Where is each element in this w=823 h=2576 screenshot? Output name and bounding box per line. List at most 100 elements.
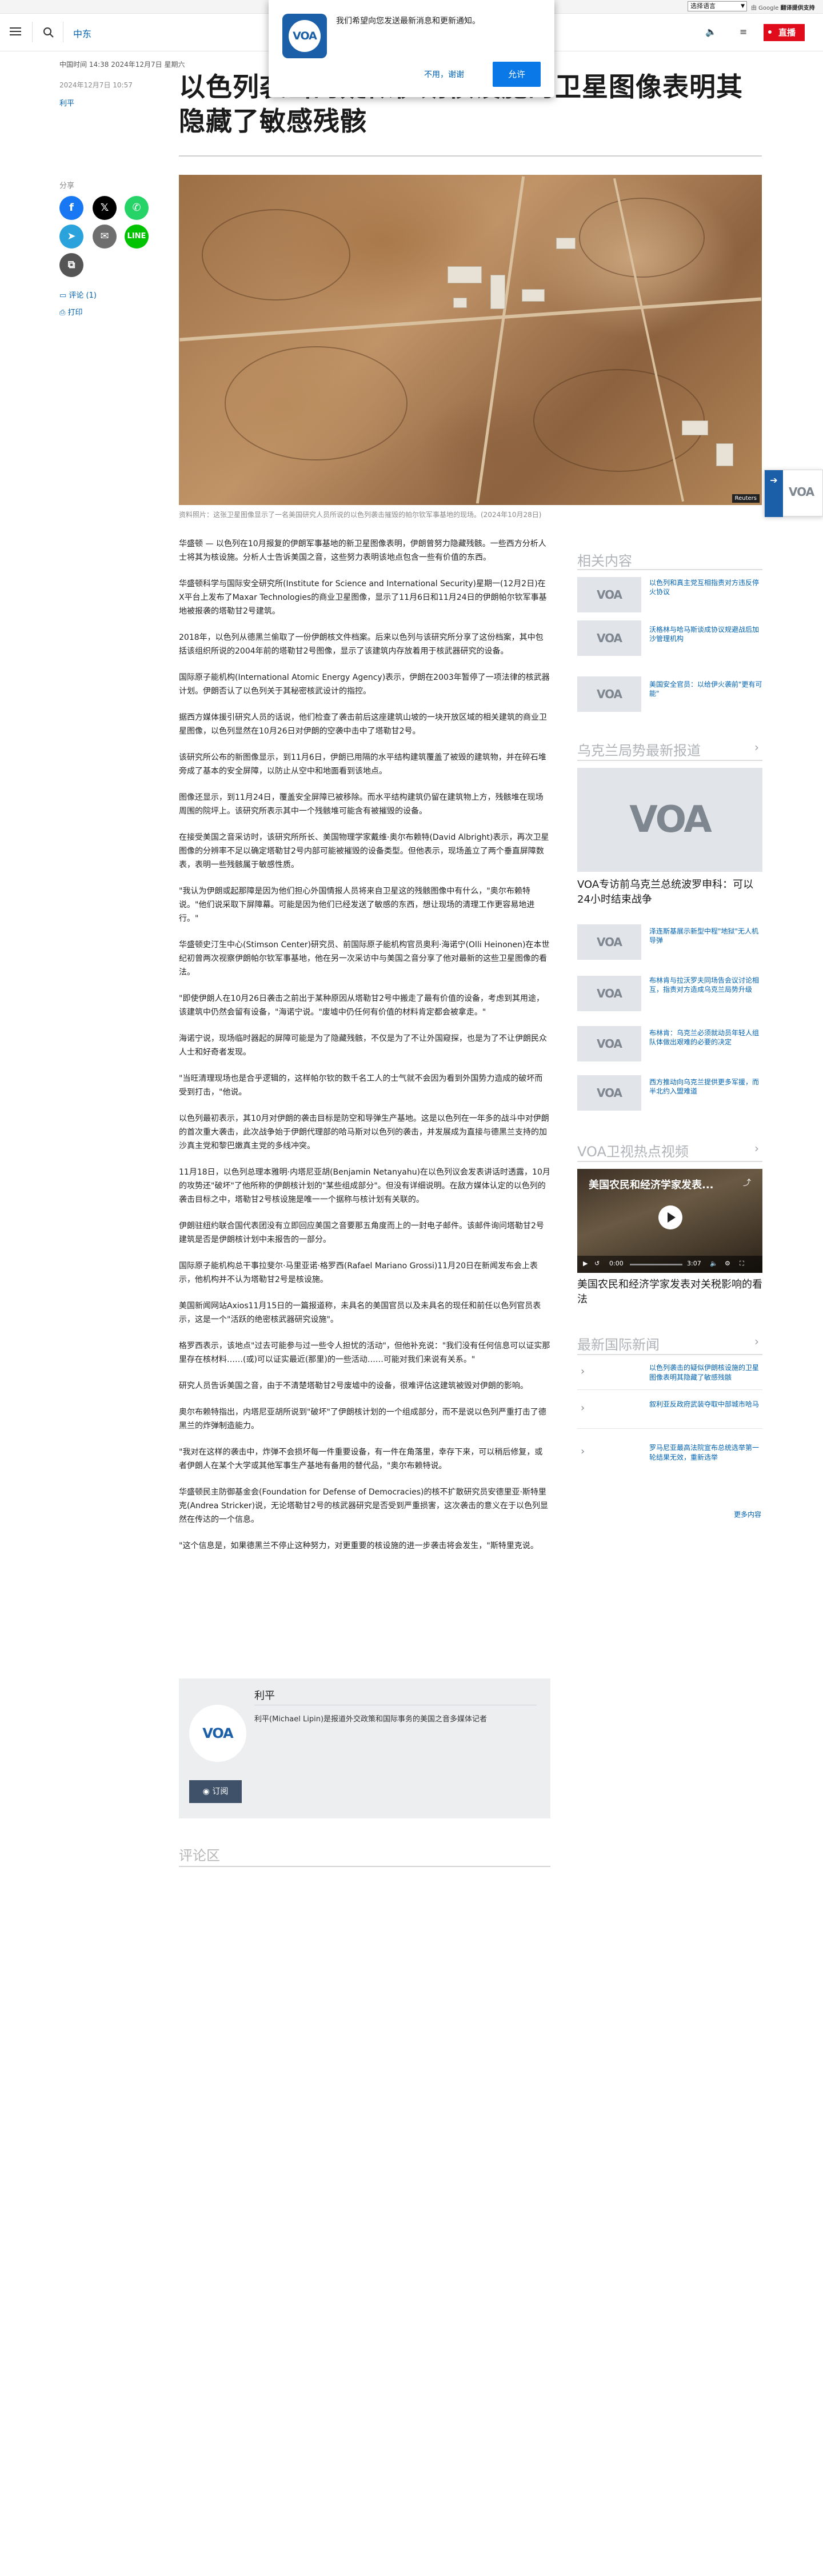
article-updated-time: 2024年12月7日 10:57 bbox=[59, 81, 133, 89]
video-caption[interactable]: 美国农民和经济学家发表对关税影响的看法 bbox=[577, 1277, 762, 1307]
author-link[interactable]: 利平 bbox=[59, 97, 74, 108]
article-paragraph: 研究人员告诉美国之音，由于不清楚塔勒甘2号废墟中的设备，很难评估这建筑被毁对伊朗… bbox=[179, 1381, 528, 1391]
share-arrow-icon: ➔ bbox=[765, 470, 783, 517]
play-button[interactable] bbox=[658, 1205, 682, 1229]
ukraine-feature-title[interactable]: VOA专访前乌克兰总统波罗申科：可以24小时结束战争 bbox=[577, 878, 762, 907]
language-select[interactable]: 选择语言 ▼ bbox=[688, 1, 747, 11]
line-share-icon[interactable]: LINE bbox=[125, 225, 149, 249]
video-player[interactable]: 美国农民和经济学家发表... ⤴ ▶ ↺ 0:00 3:07 🔈 ⚙ ⛶ bbox=[577, 1169, 762, 1273]
article-paragraph: "即使伊朗人在10月26日袭击之前出于某种原因从塔勒甘2号中搬走了最有价值的设备… bbox=[179, 994, 544, 1017]
article-paragraph: 国际原子能机构总干事拉斐尔·马里亚诺·格罗西(Rafael Mariano Gr… bbox=[179, 1261, 538, 1284]
author-bio: 利平(Michael Lipin)是报道外交政策和国际事务的美国之音多媒体记者 bbox=[254, 1715, 488, 1724]
sidebar-divider bbox=[577, 1161, 762, 1162]
allow-button[interactable]: 允许 bbox=[493, 62, 541, 87]
article-paragraph: "这个信息是，如果德黑兰不停止这种努力，对更重要的核设施的进一步袭击将会发生，"… bbox=[179, 1541, 538, 1551]
ukraine-item-title[interactable]: 布林肯与拉沃罗夫同场告会议讨论相互，指责对方造成乌克兰局势升级 bbox=[649, 976, 762, 994]
article-paragraph: 国际原子能机构(International Atomic Energy Agen… bbox=[179, 673, 550, 696]
article-paragraph: 美国新闻网站Axios11月15日的一篇报道称，未具名的美国官员以及未具名的现任… bbox=[179, 1301, 541, 1324]
ukraine-thumb[interactable]: VOA bbox=[577, 924, 641, 960]
ukraine-heading[interactable]: 乌克兰局势最新报道 bbox=[577, 739, 701, 759]
author-name[interactable]: 利平 bbox=[254, 1688, 275, 1702]
voa-logo: VOA bbox=[789, 485, 814, 499]
hamburger-menu-icon[interactable] bbox=[8, 25, 23, 39]
video-time-total: 3:07 bbox=[687, 1260, 701, 1267]
subscribe-button[interactable]: ◉ 订阅 bbox=[189, 1780, 242, 1803]
chevron-right-icon[interactable]: › bbox=[754, 1335, 759, 1348]
article-paragraph: 该研究所公布的新图像显示，到11月6日，伊朗已用隔的水平结构建筑覆盖了被毁的建筑… bbox=[179, 753, 546, 776]
rss-icon: ◉ bbox=[202, 1787, 213, 1796]
comments-heading: 评论区 bbox=[179, 1848, 220, 1864]
floating-share-tab[interactable]: ➔ VOA bbox=[764, 470, 823, 517]
related-thumb[interactable]: VOA bbox=[577, 620, 641, 656]
ukraine-thumb[interactable]: VOA bbox=[577, 1075, 641, 1111]
ukraine-thumb[interactable]: VOA bbox=[577, 1026, 641, 1061]
chevron-right-icon[interactable]: › bbox=[754, 740, 759, 754]
language-select-label: 选择语言 bbox=[690, 2, 716, 10]
ukraine-item-title[interactable]: 布林肯：乌克兰必须就动员年轻人组队体做出艰难的必要的决定 bbox=[649, 1028, 762, 1047]
section-link[interactable]: 中东 bbox=[73, 26, 91, 40]
google-prefix: 由 Google bbox=[751, 5, 779, 11]
author-box: 利平 VOA 利平(Michael Lipin)是报道外交政策和国际事务的美国之… bbox=[179, 1678, 550, 1818]
photo-credit-badge: Reuters bbox=[732, 494, 760, 503]
intl-news-heading[interactable]: 最新国际新闻 bbox=[577, 1333, 660, 1353]
intl-news-item[interactable]: 以色列袭击的疑似伊朗核设施的卫星图像表明其隐藏了敏感残骸 bbox=[649, 1363, 762, 1383]
related-thumb[interactable]: VOA bbox=[577, 577, 641, 612]
facebook-share-icon[interactable]: f bbox=[59, 196, 83, 220]
printer-icon: ⎙ bbox=[59, 309, 68, 317]
ukraine-thumb[interactable]: VOA bbox=[577, 976, 641, 1011]
related-thumb[interactable]: VOA bbox=[577, 676, 641, 712]
telegram-share-icon[interactable]: ➤ bbox=[59, 225, 83, 249]
comments-link[interactable]: ▭ 评论 (1) bbox=[59, 289, 97, 300]
image-caption: 资料照片：这张卫星图像显示了一名美国研究人员所说的以色列袭击摧毁的帕尔钦军事基地… bbox=[179, 511, 542, 519]
print-link-label: 打印 bbox=[67, 309, 83, 317]
comments-link-label: 评论 (1) bbox=[69, 291, 97, 300]
video-heading[interactable]: VOA卫视热点视频 bbox=[577, 1140, 689, 1160]
related-item-title[interactable]: 美国安全官员：以给伊火袭前"更有可能" bbox=[649, 680, 762, 698]
notification-prompt: VOA 我们希望向您发送最新消息和更新通知。 不用，谢谢 允许 bbox=[269, 0, 554, 97]
x-share-icon[interactable]: 𝕏 bbox=[93, 196, 117, 220]
share-icon[interactable]: ⤴ bbox=[743, 1177, 756, 1189]
sidebar-divider bbox=[577, 1354, 762, 1355]
related-heading: 相关内容 bbox=[577, 553, 632, 569]
article-paragraph: 华盛顿史汀生中心(Stimson Center)研究员、前国际原子能机构官员奥利… bbox=[179, 940, 550, 977]
article-paragraph: 在接受美国之音采访时，该研究所所长、美国物理学家戴维·奥尔布赖特(David A… bbox=[179, 833, 549, 870]
article-paragraph: 以色列最初表示，其10月对伊朗的袭击目标是防空和导弹生产基地。这是以色列在一年多… bbox=[179, 1114, 549, 1151]
video-progress-bar[interactable] bbox=[630, 1264, 682, 1265]
live-button[interactable]: 直播 bbox=[764, 24, 805, 41]
email-share-icon[interactable]: ✉ bbox=[93, 225, 117, 249]
avatar: VOA bbox=[189, 1705, 246, 1762]
live-label: 直播 bbox=[778, 27, 796, 38]
search-icon[interactable] bbox=[42, 26, 55, 39]
article-paragraph: "当旺清理现场也是合乎逻辑的，这样帕尔钦的数千名工人的士气就不会因为看到外国势力… bbox=[179, 1074, 543, 1097]
related-item-title[interactable]: 以色列和真主党互相指责对方违反停火协议 bbox=[649, 578, 762, 596]
header-divider bbox=[32, 22, 33, 42]
volume-icon[interactable]: 🔈 bbox=[710, 1260, 718, 1267]
settings-icon[interactable]: ⚙ bbox=[725, 1260, 730, 1267]
fullscreen-icon[interactable]: ⛶ bbox=[740, 1260, 744, 1268]
playlist-icon[interactable]: ≡ bbox=[740, 26, 747, 37]
intl-news-item[interactable]: 罗马尼亚最高法院宣布总统选举第一轮结果无效，重新选举 bbox=[649, 1443, 762, 1463]
print-link[interactable]: ⎙ 打印 bbox=[59, 306, 83, 317]
volume-icon[interactable]: 🔈 bbox=[705, 26, 717, 37]
article-paragraph: 奥尔布赖特指出，内塔尼亚胡所说到"破坏"了伊朗核计划的一个组成部分，而不是说以色… bbox=[179, 1408, 546, 1431]
chevron-right-icon[interactable]: › bbox=[754, 1141, 759, 1155]
headline-divider bbox=[179, 155, 762, 157]
play-icon[interactable]: ▶ bbox=[583, 1260, 588, 1267]
intl-news-item[interactable]: 叙利亚反政府武装夺取中部城市哈马 bbox=[649, 1400, 762, 1409]
article-paragraph: 华盛顿科学与国际安全研究所(Institute for Science and … bbox=[179, 579, 547, 616]
related-item-title[interactable]: 沃格林与哈马斯谈成协议规避战后加沙管理机构 bbox=[649, 625, 762, 643]
decline-button[interactable]: 不用，谢谢 bbox=[424, 69, 464, 80]
video-controls: ▶ ↺ 0:00 3:07 🔈 ⚙ ⛶ bbox=[577, 1256, 762, 1273]
video-time-current: 0:00 bbox=[609, 1260, 624, 1267]
ukraine-item-title[interactable]: 西方推动向乌克兰提供更多军援，而半北约入盟难道 bbox=[649, 1077, 762, 1096]
ukraine-item-title[interactable]: 泽连斯基展示新型中程"地狱"无人机导弹 bbox=[649, 927, 762, 945]
rewind-icon[interactable]: ↺ bbox=[594, 1260, 600, 1267]
google-translate-credit[interactable]: 由 Google 翻译提供支持 bbox=[751, 3, 815, 11]
sidebar-divider bbox=[577, 760, 762, 761]
copy-link-icon[interactable]: ⧉ bbox=[59, 253, 83, 277]
article-paragraph: 华盛顿 — 以色列在10月报复的伊朗军事基地的新卫星图像表明，伊朗曾努力隐藏残骸… bbox=[179, 539, 546, 562]
ukraine-feature-thumb[interactable]: VOA bbox=[577, 768, 762, 872]
article-paragraph: 海诺宁说，现场临时器起的屏障可能是为了隐藏残骸，不仅是为了不让外国窥探，也是为了… bbox=[179, 1034, 547, 1057]
whatsapp-share-icon[interactable]: ✆ bbox=[125, 196, 149, 220]
more-content-link[interactable]: 更多内容 bbox=[734, 1509, 761, 1519]
